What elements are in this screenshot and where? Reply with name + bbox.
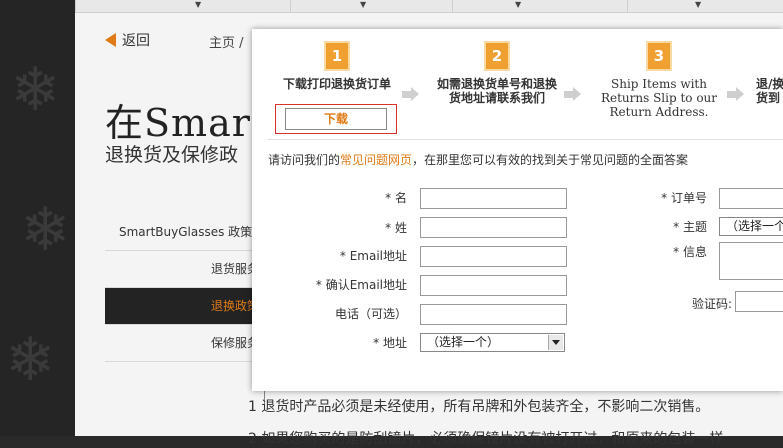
chevron-down-icon[interactable] [548,335,563,350]
step-4: 4 退/换货到 [752,43,783,105]
back-label: 返回 [122,33,150,49]
last-name-field[interactable] [420,217,567,238]
email-field[interactable] [420,246,567,267]
step-number: 3 [648,43,670,69]
chevron-down-icon[interactable]: ▼ [695,0,701,10]
returns-modal: 1 下载打印退换货订单 2 如需退换货单号和退换 货地址请联系我们 3 Ship … [252,29,783,391]
side-menu-item-returns[interactable]: 退货服务 [105,251,265,288]
faq-notice: 请访问我们的常见问题网页，在那里您可以有效的找到关于常见问题的全面答案 [268,153,689,167]
page-subtitle: 退换货及保修政 [105,144,239,166]
snowflake-icon: ❄ [5,325,56,395]
faq-link[interactable]: 常见问题网页 [340,153,412,167]
policy-text-line-1: 1 退货时产品必须是未经使用，所有吊牌和外包装齐全，不影响二次销售。 [248,399,710,415]
side-menu: SmartBuyGlasses 政策 退货服务 退换政策 保修服务 [105,214,265,362]
step-label: 下载打印退换货订单 [282,77,391,91]
chevron-down-icon[interactable]: ▼ [515,0,521,10]
email-label: * Email地址 [339,249,407,263]
order-number-label: * 订单号 [661,191,707,205]
message-label: * 信息 [673,245,707,259]
modal-divider [268,139,783,140]
address-select[interactable]: （选择一个） [420,333,565,352]
subject-select[interactable]: （选择一个 [719,217,783,236]
back-link[interactable]: 返回 [105,30,150,50]
nav-divider [452,0,453,12]
nav-divider [627,0,628,12]
page-title: 在Smart [105,101,268,145]
confirm-email-field[interactable] [420,275,567,296]
breadcrumb[interactable]: 主页 / [209,32,244,51]
step-number: 1 [326,43,348,69]
captcha-label: 验证码: [691,297,732,311]
snowflake-icon: ❄ [20,195,71,265]
step-label: Ship Items with Returns Slip to our Return… [600,77,718,119]
step-number: 2 [486,43,508,69]
nav-divider [290,0,291,12]
step-1: 1 下载打印退换货订单 [272,43,402,91]
download-highlight: 下载 [275,104,397,134]
first-name-label: * 名 [385,191,407,205]
captcha-field[interactable] [735,291,783,312]
first-name-field[interactable] [420,188,567,209]
step-2: 2 如需退换货单号和退换 货地址请联系我们 [427,43,567,105]
nav-divider [75,0,76,12]
phone-label: 电话（可选） [334,307,407,321]
download-button[interactable]: 下载 [285,108,387,130]
back-arrow-icon [105,33,116,47]
top-navigation: ▼ ▼ ▼ ▼ [75,0,783,13]
left-decorative-strip: ❄ ❄ ❄ [0,0,75,436]
step-label: 如需退换货单号和退换 货地址请联系我们 [436,77,557,105]
address-label: * 地址 [373,336,407,350]
order-number-field[interactable] [719,188,783,209]
subject-label: * 主题 [673,220,707,234]
side-menu-item-policy[interactable]: SmartBuyGlasses 政策 [105,214,265,251]
chevron-down-icon[interactable]: ▼ [195,0,201,10]
side-menu-item-exchange-policy[interactable]: 退换政策 [105,288,265,325]
policy-text-line-2: 2 如果您购买的是防刮镜片，必须确保镜片没有被打开过，和原来的包装一样 [248,431,724,447]
message-field[interactable] [719,242,783,280]
side-menu-item-warranty[interactable]: 保修服务 [105,325,265,362]
confirm-email-label: * 确认Email地址 [315,278,407,292]
chevron-down-icon[interactable]: ▼ [360,0,366,10]
last-name-label: * 姓 [385,221,407,235]
step-label: 退/换 货到 [756,77,783,105]
phone-field[interactable] [420,304,567,325]
snowflake-icon: ❄ [10,55,61,125]
step-3: 3 Ship Items with Returns Slip to our Retu… [589,43,729,119]
